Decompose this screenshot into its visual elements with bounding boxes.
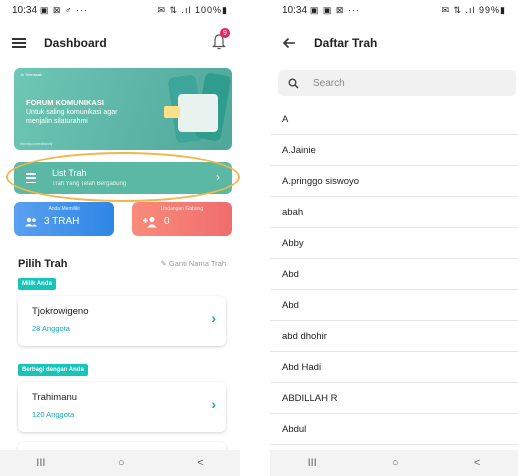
recents-button[interactable]: III — [308, 457, 317, 469]
rename-label: Ganti Nama Trah — [168, 259, 226, 268]
notification-badge: 9 — [220, 28, 230, 38]
app-bar: Dashboard 9 — [0, 20, 240, 66]
status-system-icons: ✉ ⇅ .ıl 99%▮ — [441, 4, 506, 15]
home-button[interactable]: ○ — [118, 457, 125, 469]
add-user-icon — [143, 217, 157, 228]
app-bar: Daftar Trah — [270, 20, 518, 66]
status-system-icons: ✉ ⇅ .ıl 100%▮ — [157, 4, 228, 15]
banner-subtitle: Untuk saling komunikasi agar menjalin si… — [26, 109, 118, 125]
banner-brand: Jv Telmasak — [20, 72, 42, 77]
section-title: Pilih Trah — [18, 258, 68, 270]
trah-name: Tjokrowigeno — [32, 306, 89, 317]
banner-hashtag: #familyconnectfamily — [20, 142, 53, 146]
trah-list-item[interactable]: A.Jainie — [270, 135, 518, 166]
status-time: 10:34 — [282, 4, 308, 16]
back-arrow-icon[interactable] — [282, 37, 296, 49]
chevron-right-icon: › — [211, 396, 216, 412]
stat-label: Anda Memiliki — [48, 206, 80, 212]
trah-member-count: 28 Anggota — [32, 324, 70, 333]
trah-list-item[interactable]: Abdul — [270, 414, 518, 445]
rename-trah-link[interactable]: ✎ Ganti Nama Trah — [161, 259, 226, 268]
trah-name: Trahimanu — [32, 392, 78, 403]
system-nav-bar: III ○ < — [270, 450, 518, 476]
users-icon — [25, 217, 37, 227]
menu-icon[interactable] — [12, 38, 26, 48]
trah-list-screen: 10:34 ▣ ▣ ⊠ ··· ✉ ⇅ .ıl 99%▮ Daftar Trah… — [270, 0, 518, 476]
invite-stat[interactable]: Undangan Gabung 0 — [132, 202, 232, 236]
search-field[interactable]: Search — [278, 70, 516, 96]
trah-list: A A.Jainie A.pringgo siswoyo abah Abby Abd Abd… — [270, 104, 518, 445]
home-button[interactable]: ○ — [392, 457, 399, 469]
status-notification-icons: ▣ ▣ ⊠ ··· — [309, 4, 360, 15]
trah-card[interactable]: Trahimanu 120 Anggota › — [18, 382, 226, 432]
owned-trah-stat[interactable]: Anda Memiliki 3 TRAH — [14, 202, 114, 236]
status-bar: 10:34 ▣ ▣ ⊠ ··· ✉ ⇅ .ıl 99%▮ — [270, 0, 518, 20]
banner-family-photo — [178, 94, 218, 132]
trah-member-count: 120 Anggota — [32, 410, 75, 419]
trah-list-item[interactable]: Abd — [270, 290, 518, 321]
back-button[interactable]: < — [474, 457, 480, 469]
status-bar: 10:34 ▣ ⊠ ♂ ··· ✉ ⇅ .ıl 100%▮ — [0, 0, 240, 20]
trah-list-item[interactable]: abah — [270, 197, 518, 228]
trah-list-item[interactable]: A.pringgo siswoyo — [270, 166, 518, 197]
notification-bell-icon[interactable]: 9 — [212, 28, 230, 50]
trah-list-item[interactable]: Abd Hadi — [270, 352, 518, 383]
trah-list-item[interactable]: A — [270, 104, 518, 135]
stat-label: Undangan Gabung — [160, 206, 204, 212]
owned-label-badge: Milik Anda — [18, 278, 56, 290]
dashboard-screen: 10:34 ▣ ⊠ ♂ ··· ✉ ⇅ .ıl 100%▮ Dashboard … — [0, 0, 240, 476]
search-placeholder: Search — [313, 77, 345, 89]
status-notification-icons: ▣ ⊠ ♂ ··· — [39, 4, 89, 15]
trah-card[interactable]: Tjokrowigeno 28 Anggota › — [18, 296, 226, 346]
page-title: Daftar Trah — [314, 36, 378, 50]
status-time: 10:34 — [12, 4, 38, 16]
back-button[interactable]: < — [197, 457, 203, 469]
banner-heading: FORUM KOMUNIKASI — [26, 98, 104, 107]
banner-card-illustration — [164, 106, 180, 118]
stat-value: 3 TRAH — [44, 216, 80, 227]
system-nav-bar: III ○ < — [0, 450, 240, 476]
page-title: Dashboard — [44, 36, 107, 50]
trah-list-item[interactable]: ABDILLAH R — [270, 383, 518, 414]
trah-list-item[interactable]: abd dhohir — [270, 321, 518, 352]
chevron-right-icon: › — [211, 310, 216, 326]
trah-list-item[interactable]: Abby — [270, 228, 518, 259]
highlight-annotation — [6, 152, 240, 202]
shared-label-badge: Berbagi dengan Anda — [18, 364, 88, 376]
forum-banner[interactable]: Jv Telmasak FORUM KOMUNIKASI Untuk salin… — [14, 68, 232, 150]
search-icon — [288, 78, 299, 89]
stat-value: 0 — [164, 216, 170, 227]
trah-list-item[interactable]: Abd — [270, 259, 518, 290]
recents-button[interactable]: III — [36, 457, 45, 469]
